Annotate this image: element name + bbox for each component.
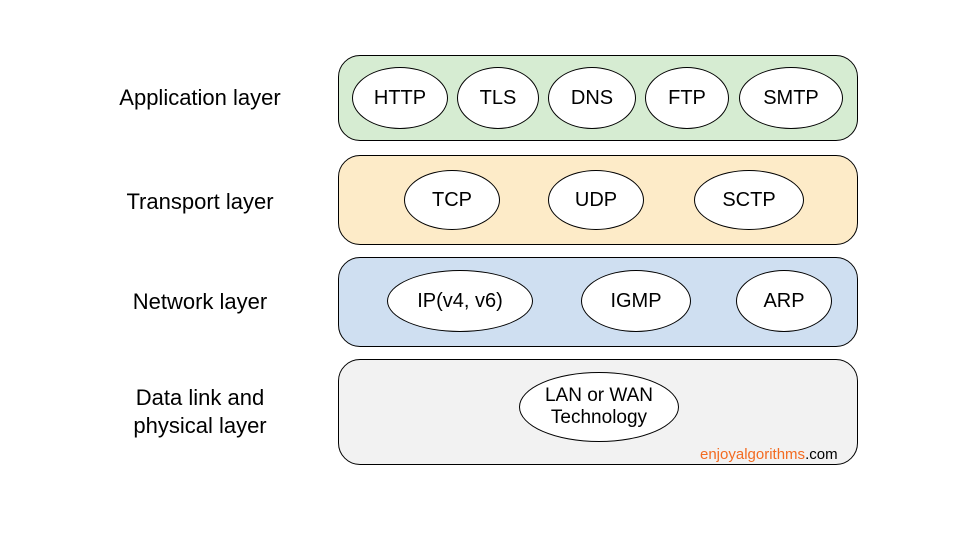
layer-label-transport: Transport layer bbox=[85, 188, 315, 216]
protocol-udp: UDP bbox=[548, 170, 644, 230]
protocol-tls: TLS bbox=[457, 67, 539, 129]
diagram-stage: Application layer HTTP TLS DNS FTP SMTP … bbox=[0, 0, 960, 540]
layer-label-application: Application layer bbox=[85, 84, 315, 112]
credit-suffix: .com bbox=[805, 446, 838, 463]
protocol-sctp: SCTP bbox=[694, 170, 804, 230]
layer-label-datalink: Data link and physical layer bbox=[85, 384, 315, 439]
protocol-lan-wan: LAN or WAN Technology bbox=[519, 372, 679, 442]
protocol-ip: IP(v4, v6) bbox=[387, 270, 533, 332]
protocol-http: HTTP bbox=[352, 67, 448, 129]
protocol-tcp: TCP bbox=[404, 170, 500, 230]
protocol-dns: DNS bbox=[548, 67, 636, 129]
credit-text: enjoyalgorithms.com bbox=[700, 446, 838, 463]
protocol-smtp: SMTP bbox=[739, 67, 843, 129]
protocol-ftp: FTP bbox=[645, 67, 729, 129]
credit-brand: enjoyalgorithms bbox=[700, 446, 805, 463]
protocol-igmp: IGMP bbox=[581, 270, 691, 332]
layer-label-network: Network layer bbox=[85, 288, 315, 316]
protocol-arp: ARP bbox=[736, 270, 832, 332]
